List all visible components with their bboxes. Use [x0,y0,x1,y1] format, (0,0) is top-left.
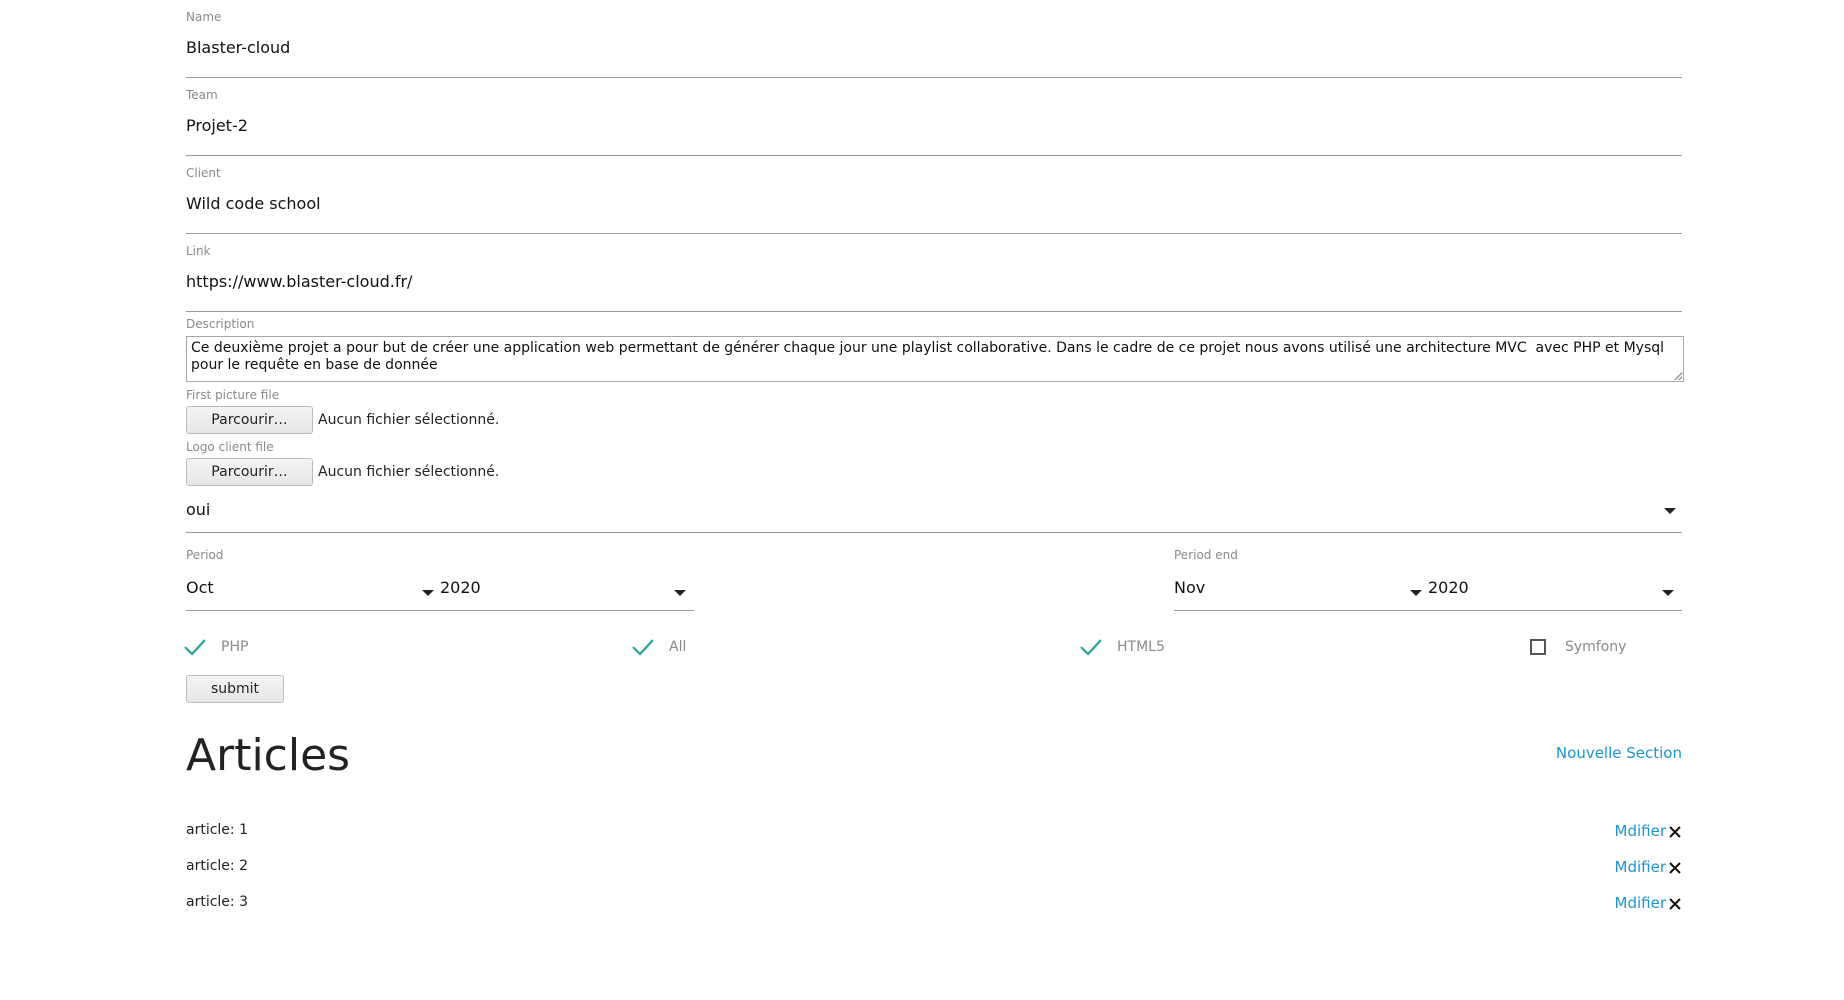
close-icon[interactable] [1668,860,1682,874]
submit-button[interactable]: submit [186,675,284,703]
name-input[interactable] [186,38,1682,57]
checkbox-symfony[interactable]: Symfony [1527,635,1626,659]
project-edit-page: Name Team Client Link Description Ce deu… [0,0,1844,1000]
close-icon[interactable] [1668,824,1682,838]
first-picture-status: Aucun fichier sélectionné. [318,412,500,428]
online-select-value: oui [186,500,211,519]
period-end-year-select[interactable]: 2020 [1428,578,1469,597]
name-label: Name [186,10,222,24]
client-field: Client [186,156,1682,234]
team-field: Team [186,78,1682,156]
checkbox-label-html5: HTML5 [1117,639,1165,655]
logo-client-status: Aucun fichier sélectionné. [318,464,500,480]
article-actions: Mdifier [1615,894,1682,912]
checkbox-label-all: All [669,639,687,655]
checkbox-php[interactable]: PHP [183,635,248,659]
article-row: article: 1 Mdifier [186,822,1682,846]
resize-grip-icon[interactable] [1674,372,1682,380]
first-picture-file-input: Parcourir… Aucun fichier sélectionné. [186,406,499,434]
close-icon[interactable] [1668,896,1682,910]
chevron-down-icon [1410,590,1422,596]
checkbox-all[interactable]: All [631,635,686,659]
article-name: article: 2 [186,858,248,874]
checkbox-square [1530,639,1546,655]
link-label: Link [186,244,211,258]
checkbox-label-php: PHP [221,639,249,655]
article-row: article: 2 Mdifier [186,858,1682,882]
chevron-down-icon [422,590,434,596]
article-name: article: 1 [186,822,248,838]
edit-article-link[interactable]: Mdifier [1615,858,1666,876]
project-form: Name Team Client Link Description Ce deu… [184,0,1684,912]
articles-title: Articles [186,730,351,781]
chevron-down-icon [1664,508,1676,514]
logo-client-file-input: Parcourir… Aucun fichier sélectionné. [186,458,499,486]
checkbox-empty-icon [1527,635,1551,659]
article-name: article: 3 [186,894,248,910]
client-input[interactable] [186,194,1682,213]
period-group: Period Oct 2020 [186,540,694,611]
checkbox-html5[interactable]: HTML5 [1079,635,1165,659]
name-field: Name [186,0,1682,78]
article-actions: Mdifier [1615,858,1682,876]
online-select[interactable]: oui [186,492,1682,533]
period-label: Period [186,548,224,562]
link-input[interactable] [186,272,1682,291]
check-icon [631,635,655,659]
first-picture-browse-button[interactable]: Parcourir… [186,406,313,434]
checkbox-label-symfony: Symfony [1565,639,1627,655]
link-field: Link [186,234,1682,312]
check-icon [1079,635,1103,659]
new-section-link[interactable]: Nouvelle Section [1556,744,1682,762]
description-textarea[interactable]: Ce deuxième projet a pour but de créer u… [186,336,1684,382]
description-label: Description [186,317,255,331]
period-month-select[interactable]: Oct [186,578,214,597]
period-end-label: Period end [1174,548,1238,562]
chevron-down-icon [674,590,686,596]
team-input[interactable] [186,116,1682,135]
description-wrapper: Ce deuxième projet a pour but de créer u… [186,336,1684,382]
article-row: article: 3 Mdifier [186,894,1682,918]
client-label: Client [186,166,221,180]
logo-client-label: Logo client file [186,440,274,454]
technology-checkboxes: PHP All HTML5 Symfony [183,635,1682,659]
team-label: Team [186,88,218,102]
check-icon [183,635,207,659]
first-picture-label: First picture file [186,388,280,402]
chevron-down-icon [1662,590,1674,596]
period-year-select[interactable]: 2020 [440,578,481,597]
period-end-month-select[interactable]: Nov [1174,578,1205,597]
edit-article-link[interactable]: Mdifier [1615,894,1666,912]
edit-article-link[interactable]: Mdifier [1615,822,1666,840]
article-actions: Mdifier [1615,822,1682,840]
period-end-group: Period end Nov 2020 [1174,540,1682,611]
logo-client-browse-button[interactable]: Parcourir… [186,458,313,486]
